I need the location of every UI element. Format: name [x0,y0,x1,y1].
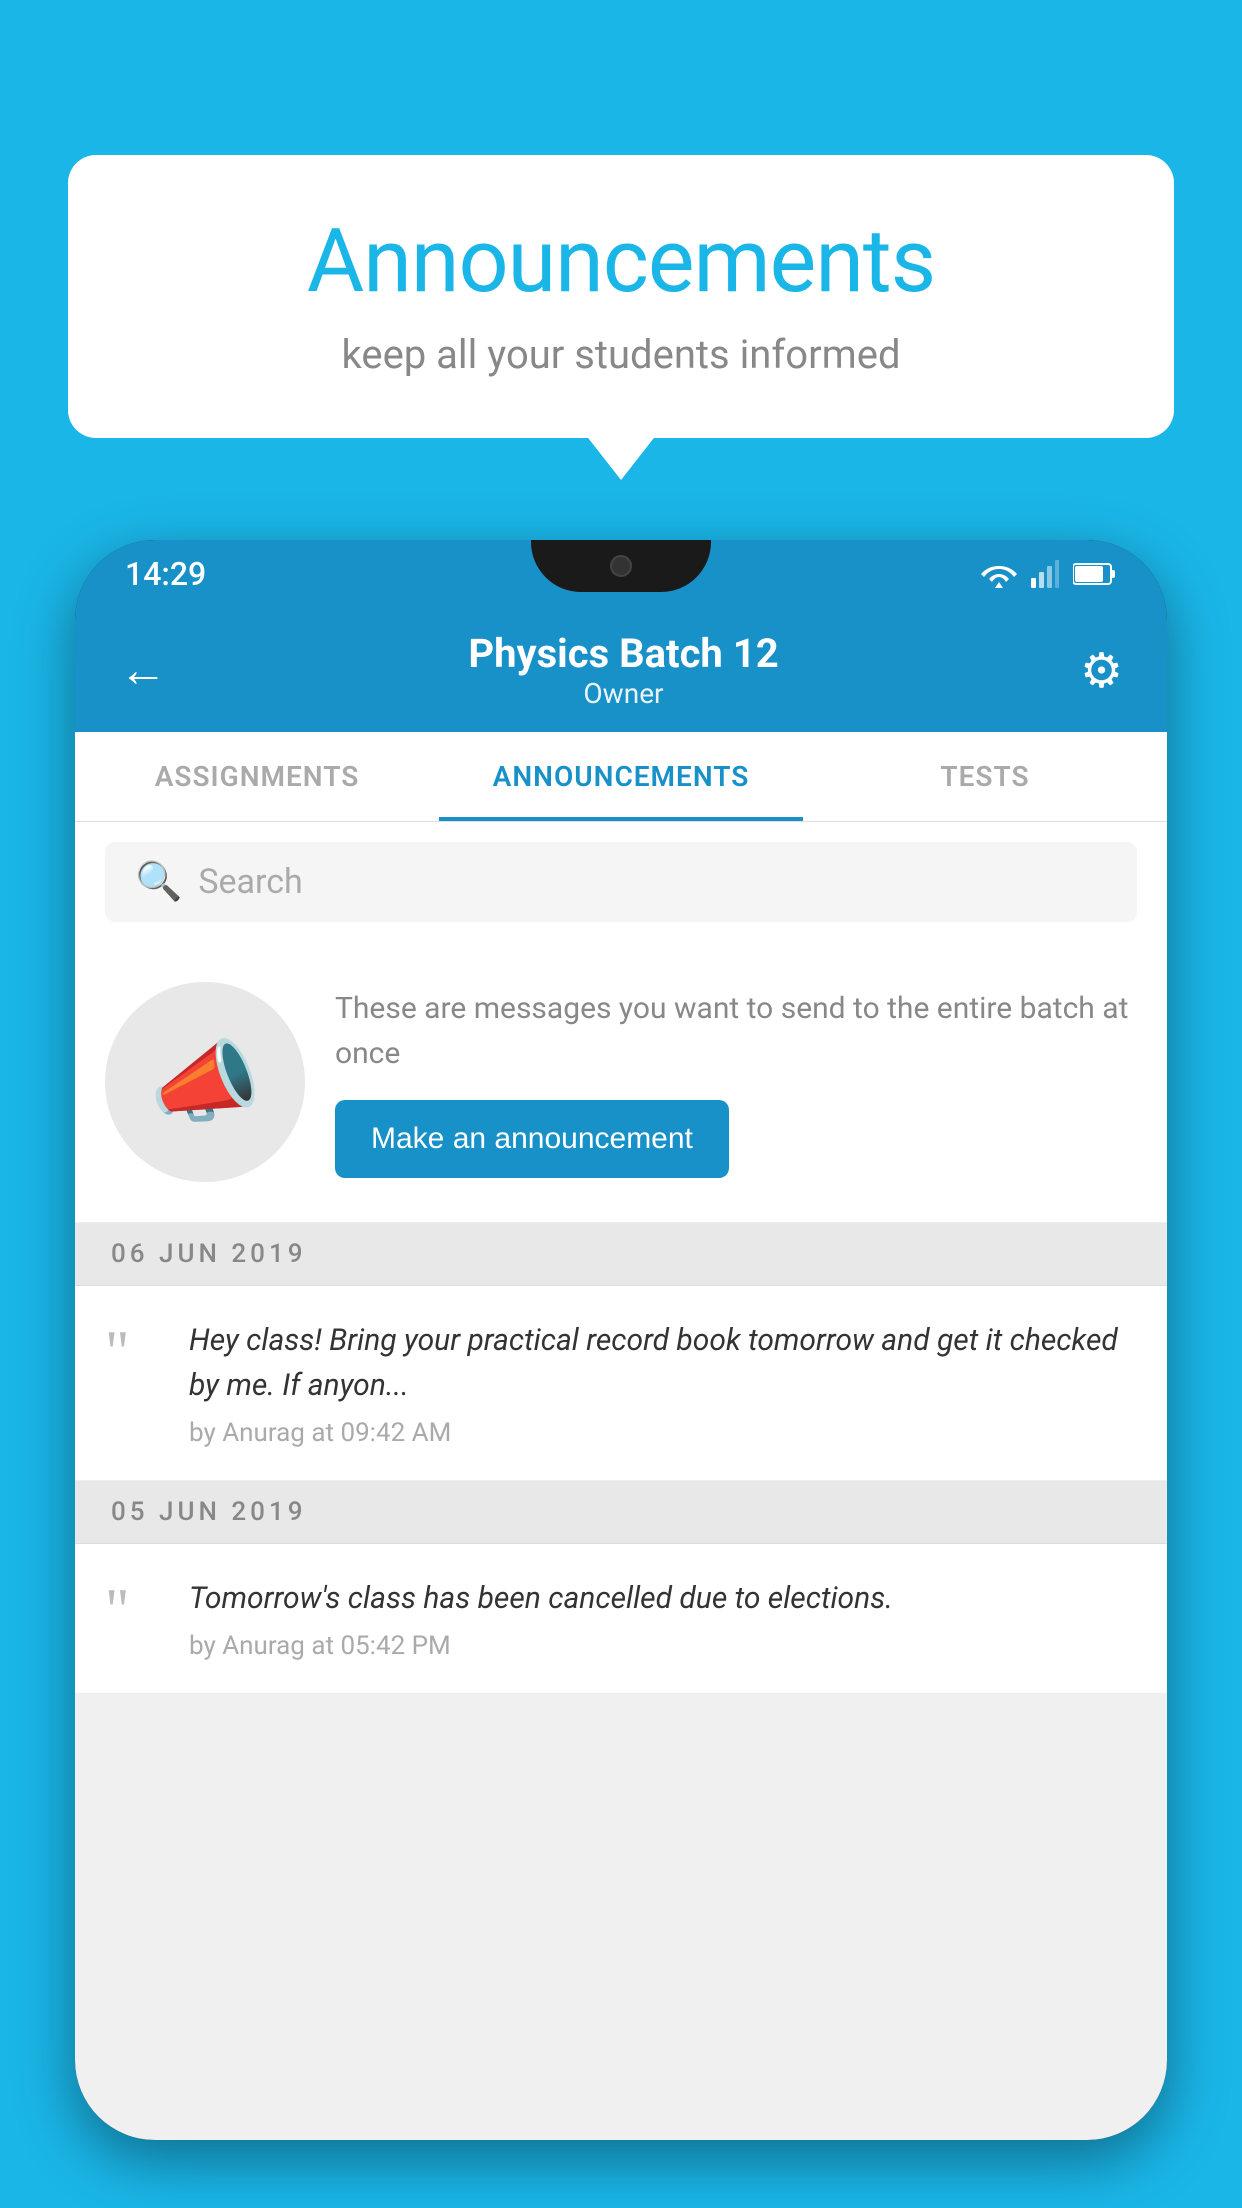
announcement-text-1: Hey class! Bring your practical record b… [189,1318,1137,1408]
back-button[interactable]: ← [119,646,167,694]
speech-bubble-section: Announcements keep all your students inf… [68,155,1174,438]
phone-mockup: 14:29 [75,540,1167,2208]
quote-icon-2: " [105,1580,165,1640]
promo-area: 📣 These are messages you want to send to… [75,942,1167,1223]
header-center: Physics Batch 12 Owner [468,630,778,710]
phone-screen: 🔍 Search 📣 These are messages you want t… [75,822,1167,2140]
make-announcement-button[interactable]: Make an announcement [335,1100,729,1178]
phone-inner-frame: 🔍 Search 📣 These are messages you want t… [75,822,1167,2140]
megaphone-circle: 📣 [105,982,305,1182]
search-container: 🔍 Search [75,822,1167,942]
tab-announcements[interactable]: ANNOUNCEMENTS [439,732,803,821]
phone-frame: 14:29 [75,540,1167,2140]
status-time: 14:29 [125,555,206,593]
status-bar: 14:29 [75,540,1167,608]
camera-dot [610,555,632,577]
announcement-item-2[interactable]: " Tomorrow's class has been cancelled du… [75,1544,1167,1694]
search-placeholder: Search [198,862,302,902]
wifi-icon [981,560,1017,588]
speech-bubble: Announcements keep all your students inf… [68,155,1174,438]
announcement-content-1: Hey class! Bring your practical record b… [189,1318,1137,1448]
settings-icon[interactable]: ⚙ [1080,642,1123,699]
promo-right: These are messages you want to send to t… [335,986,1137,1178]
signal-icon [1031,560,1059,588]
battery-icon [1073,560,1117,588]
announcement-content-2: Tomorrow's class has been cancelled due … [189,1576,1137,1661]
announcement-text-2: Tomorrow's class has been cancelled due … [189,1576,1137,1621]
date-separator-1: 06 JUN 2019 [75,1223,1167,1286]
bubble-title: Announcements [128,210,1114,313]
announcement-item-1[interactable]: " Hey class! Bring your practical record… [75,1286,1167,1481]
tab-tests[interactable]: TESTS [803,732,1167,821]
app-header: ← Physics Batch 12 Owner ⚙ [75,608,1167,732]
bubble-subtitle: keep all your students informed [128,331,1114,378]
announcement-meta-1: by Anurag at 09:42 AM [189,1418,1137,1448]
notch [531,540,711,592]
megaphone-icon: 📣 [149,1030,261,1135]
batch-title: Physics Batch 12 [468,630,778,677]
status-icons [981,560,1117,588]
announcement-meta-2: by Anurag at 05:42 PM [189,1631,1137,1661]
search-bar[interactable]: 🔍 Search [105,842,1137,922]
search-icon: 🔍 [135,860,182,904]
tabs-bar: ASSIGNMENTS ANNOUNCEMENTS TESTS [75,732,1167,822]
tab-assignments[interactable]: ASSIGNMENTS [75,732,439,821]
promo-text: These are messages you want to send to t… [335,986,1137,1076]
owner-label: Owner [468,677,778,710]
quote-icon-1: " [105,1322,165,1382]
date-separator-2: 05 JUN 2019 [75,1481,1167,1544]
